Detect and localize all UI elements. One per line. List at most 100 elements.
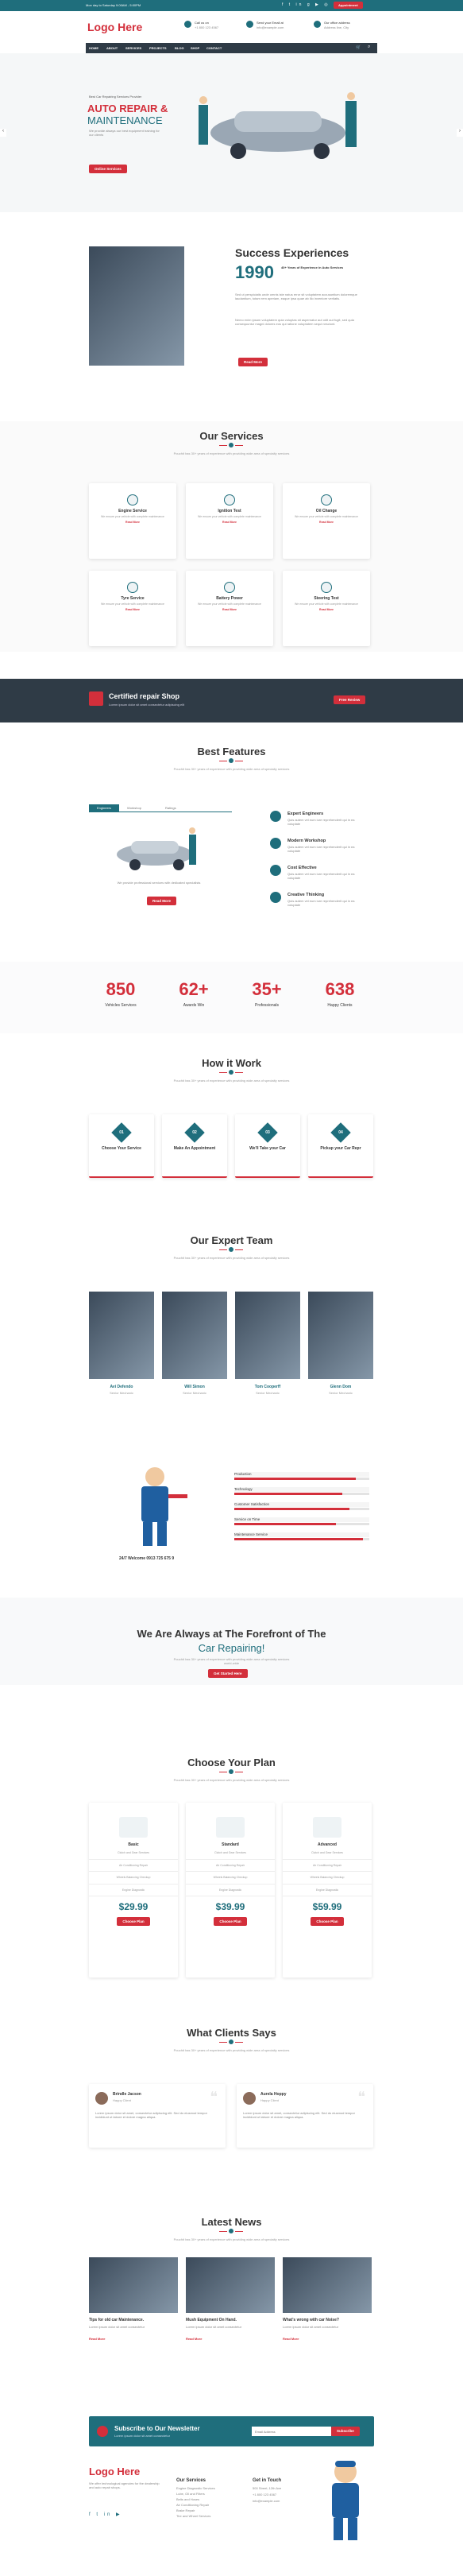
testimonial-text: Lorem ipsum dolor sit amet, consectetur … xyxy=(243,2111,355,2119)
team-member-role: Senior Mechanic xyxy=(256,1391,280,1395)
step-description xyxy=(308,1151,373,1154)
social-icons[interactable]: f t in g ▶ ◎ xyxy=(282,2,330,7)
how-step-card[interactable]: 02 Make An Appointment xyxy=(162,1114,227,1178)
news-title[interactable]: Tips for old car Maintenance. xyxy=(89,2318,178,2322)
team-member-name[interactable]: Will Simon xyxy=(162,1385,227,1389)
service-card[interactable]: Steering Test We ensure your vehicle with… xyxy=(283,571,370,646)
phone-banner[interactable]: 24/7 Welcome 0913 725 675 9 xyxy=(119,1556,174,1561)
nav-projects[interactable]: PROJECTS xyxy=(149,46,167,50)
news-title[interactable]: Mush Equipment On Hand. xyxy=(186,2318,275,2322)
features-read-more-button[interactable]: Read More xyxy=(147,897,177,905)
experience-read-more-button[interactable]: Read More xyxy=(238,358,268,366)
stat-label: Vehicles Services xyxy=(105,1003,137,1008)
team-member-name[interactable]: Glenn Dom xyxy=(308,1385,373,1389)
footer-logo[interactable]: Logo Here xyxy=(89,2466,140,2477)
mechanic-illustration xyxy=(119,1462,191,1550)
service-card[interactable]: Engine Service We ensure your vehicle wit… xyxy=(89,483,176,559)
choose-plan-button[interactable]: Choose Plan xyxy=(117,1917,150,1926)
experience-year: 1990 xyxy=(235,262,274,282)
step-number: 03 xyxy=(265,1130,270,1135)
news-excerpt: Lorem ipsum dolor sit amet consectetur xyxy=(283,2325,339,2329)
news-image[interactable] xyxy=(186,2257,275,2313)
team-photo xyxy=(308,1292,373,1379)
skill-fill xyxy=(234,1508,349,1510)
feature-title: Creative Thinking xyxy=(287,893,325,897)
services-divider xyxy=(219,443,243,447)
choose-plan-button[interactable]: Choose Plan xyxy=(214,1917,247,1926)
service-read-more-link[interactable]: Read More xyxy=(283,608,370,611)
clients-title: What Clients Says xyxy=(187,2027,276,2039)
news-read-more-link[interactable]: Read More xyxy=(283,2337,299,2341)
newsletter-subtitle: Lorem ipsum dolor sit amet consectetur xyxy=(114,2434,171,2438)
plan-card[interactable]: Advanced Clutch and Gear Services Air Cond… xyxy=(283,1803,372,1978)
service-icon xyxy=(127,494,138,506)
newsletter-icon xyxy=(97,2426,108,2437)
service-read-more-link[interactable]: Read More xyxy=(89,608,176,611)
online-services-button[interactable]: Online Services xyxy=(89,165,127,173)
search-icon[interactable]: ⌕ xyxy=(368,45,370,50)
plan-card[interactable]: Basic Clutch and Gear Services Air Conditi… xyxy=(89,1803,178,1978)
tab-workshop[interactable]: Workshop xyxy=(127,804,141,812)
team-member-name[interactable]: Tom Cooperff xyxy=(235,1385,300,1389)
plan-image xyxy=(119,1817,148,1838)
footer-social-icons[interactable]: f t in ▶ xyxy=(89,2512,122,2517)
hero-section: ‹ › Best Car Repairing Services Provider… xyxy=(0,53,463,212)
cart-icon[interactable]: 🛒 xyxy=(356,45,361,50)
service-card[interactable]: Battery Power We ensure your vehicle with… xyxy=(186,571,273,646)
service-card[interactable]: Ignition Test We ensure your vehicle with… xyxy=(186,483,273,559)
service-read-more-link[interactable]: Read More xyxy=(283,521,370,524)
slider-next[interactable]: › xyxy=(457,129,463,137)
news-image[interactable] xyxy=(283,2257,372,2313)
footer-service-link[interactable]: Belts and Hoses xyxy=(176,2497,199,2501)
footer-service-link[interactable]: Engine Diagnostic Services xyxy=(176,2486,215,2490)
how-step-card[interactable]: 01 Choose Your Service xyxy=(89,1114,154,1178)
nav-about[interactable]: ABOUT xyxy=(106,46,118,50)
nav-shop[interactable]: SHOP xyxy=(191,46,199,50)
how-divider xyxy=(219,1070,243,1075)
plan-card[interactable]: Standard Clutch and Gear Services Air Cond… xyxy=(186,1803,275,1978)
nav-blog[interactable]: BLOG xyxy=(175,46,184,50)
footer-service-link[interactable]: Brake Repair xyxy=(176,2508,195,2512)
news-read-more-link[interactable]: Read More xyxy=(186,2337,202,2341)
logo[interactable]: Logo Here xyxy=(87,21,142,33)
news-title[interactable]: What's wrong with car Noise? xyxy=(283,2318,372,2322)
service-description: We ensure your vehicle with complete mai… xyxy=(101,602,164,606)
choose-plan-button[interactable]: Choose Plan xyxy=(311,1917,344,1926)
feature-icon xyxy=(270,838,281,849)
client-role: Happy Client xyxy=(113,2098,131,2102)
skill-fill xyxy=(234,1478,356,1480)
footer-service-link[interactable]: Tire and Wheel Services xyxy=(176,2514,210,2518)
newsletter-email-input[interactable] xyxy=(252,2427,331,2436)
news-read-more-link[interactable]: Read More xyxy=(89,2337,105,2341)
news-image[interactable] xyxy=(89,2257,178,2313)
get-started-button[interactable]: Get Started Here xyxy=(208,1669,248,1678)
team-member-name[interactable]: Avi Defendo xyxy=(89,1385,154,1389)
nav-services[interactable]: SERVICES xyxy=(125,46,141,50)
plan-feature: Wheels Balancing Checkup xyxy=(186,1872,275,1885)
address-value: Address line, City xyxy=(324,25,349,29)
service-read-more-link[interactable]: Read More xyxy=(186,521,273,524)
how-step-card[interactable]: 04 Pickup your Car Repr xyxy=(308,1114,373,1178)
footer-service-link[interactable]: Lube, Oil and Filters xyxy=(176,2492,205,2496)
workshop-image xyxy=(89,246,184,366)
experience-year-note: 40+ Years of Experience in Auto Services xyxy=(281,265,344,269)
tab-ratings[interactable]: Ratings xyxy=(165,804,176,812)
skill-label: Service on Time xyxy=(234,1517,260,1521)
plan-feature: Air Conditioning Repair xyxy=(283,1860,372,1872)
service-read-more-link[interactable]: Read More xyxy=(89,521,176,524)
service-read-more-link[interactable]: Read More xyxy=(186,608,273,611)
subscribe-button[interactable]: Subscribe xyxy=(331,2427,360,2436)
how-step-card[interactable]: 03 We'll Take your Car xyxy=(235,1114,300,1178)
step-number: 02 xyxy=(192,1130,197,1135)
footer-service-link[interactable]: Air Conditioning Repair xyxy=(176,2503,209,2507)
nav-contact[interactable]: CONTACT xyxy=(206,46,222,50)
slider-prev[interactable]: ‹ xyxy=(0,129,6,137)
nav-home[interactable]: HOME xyxy=(89,46,98,50)
tab-engineers[interactable]: Engineers xyxy=(89,804,119,812)
free-review-button[interactable]: Free Review xyxy=(334,695,366,704)
footer-about: We offer technological agencies for the … xyxy=(89,2481,160,2489)
service-card[interactable]: Tyre Service We ensure your vehicle with … xyxy=(89,571,176,646)
appointment-button[interactable]: Appointment xyxy=(334,2,363,9)
feature-description: Quis autem vel eum iure reprehenderit qu… xyxy=(287,899,355,907)
service-card[interactable]: Oil Change We ensure your vehicle with co… xyxy=(283,483,370,559)
